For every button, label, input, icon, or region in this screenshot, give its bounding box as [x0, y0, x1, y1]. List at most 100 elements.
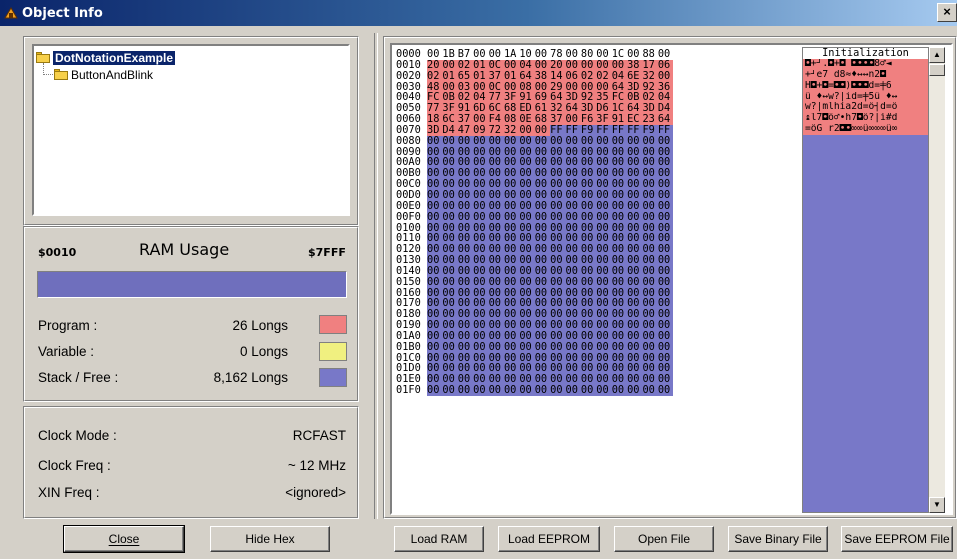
folder-icon: [54, 69, 68, 80]
save-binary-file-button-label: Save Binary File: [734, 532, 822, 546]
hex-byte: 00: [642, 384, 662, 397]
clock-mode-label: Clock Mode :: [38, 428, 117, 443]
hex-address: 00F0: [396, 210, 421, 223]
hex-byte: 00: [596, 134, 615, 147]
stack-free-value: 8,162 Longs: [213, 370, 288, 385]
save-eeprom-file-button[interactable]: Save EEPROM File: [841, 526, 953, 552]
hex-byte: 00: [488, 340, 508, 353]
hex-scrollbar[interactable]: ▲ ▼: [929, 47, 945, 513]
hex-byte: 00: [657, 210, 677, 223]
hex-byte: 00: [473, 384, 492, 397]
hex-byte: 00: [534, 134, 554, 147]
hex-row: 01B0 00 00 00 00 00 00 00 00 00 00 00 00 …: [396, 340, 674, 353]
hex-address: 0020: [396, 69, 421, 82]
save-binary-file-button[interactable]: Save Binary File: [728, 526, 828, 552]
hex-byte: 00: [457, 340, 477, 353]
open-file-button[interactable]: Open File: [614, 526, 714, 552]
hex-byte: 00: [550, 210, 569, 223]
xin-freq-label: XIN Freq :: [38, 485, 100, 500]
hex-byte: 14: [550, 69, 569, 82]
scroll-up-arrow-icon[interactable]: ▲: [929, 47, 945, 63]
open-file-button-label: Open File: [637, 532, 691, 546]
clock-freq-label: Clock Freq :: [38, 458, 111, 473]
hex-byte: 00: [488, 134, 508, 147]
save-eeprom-file-button-label: Save EEPROM File: [844, 532, 950, 546]
hex-byte: 00: [519, 384, 538, 397]
hex-byte: 37: [488, 69, 508, 82]
tree-item-root[interactable]: DotNotationExample: [36, 50, 176, 65]
hex-view[interactable]: 0000 00 1B B7 00 00 1A 10 00 78 00 80 00 …: [390, 43, 953, 515]
hex-byte: 00: [473, 275, 492, 288]
hex-dump: 0000 00 1B B7 00 00 1A 10 00 78 00 80 00 …: [396, 49, 677, 397]
load-eeprom-button-label: Load EEPROM: [507, 532, 591, 546]
hide-hex-button[interactable]: Hide Hex: [210, 526, 330, 552]
ascii-row: ◘+┘.◘+◘ ◘◘◘◘8♂◄: [803, 59, 928, 70]
hex-byte: 00: [473, 340, 492, 353]
close-button-label: Close: [108, 532, 140, 546]
hex-byte: 02: [580, 69, 600, 82]
hex-byte: 00: [642, 134, 662, 147]
hex-byte: 00: [519, 134, 538, 147]
hex-byte: 00: [657, 384, 677, 397]
hex-byte: 00: [503, 210, 523, 223]
hex-byte: 00: [627, 340, 646, 353]
clock-freq-value: ~ 12 MHz: [287, 458, 346, 473]
program-label: Program :: [38, 318, 98, 333]
ram-usage-bar: [37, 271, 347, 298]
hex-byte: 38: [534, 69, 554, 82]
panel-splitter[interactable]: [374, 33, 378, 519]
program-value: 26 Longs: [232, 318, 288, 333]
hex-byte: 00: [550, 384, 569, 397]
ascii-row: w?|mlhía2d=ö┤d=ô: [803, 102, 928, 114]
load-eeprom-button[interactable]: Load EEPROM: [498, 526, 600, 552]
hex-byte: 00: [565, 275, 585, 288]
hex-byte: 00: [503, 340, 523, 353]
close-button[interactable]: Close: [63, 525, 185, 553]
hex-byte: 02: [596, 69, 615, 82]
hex-byte: 00: [565, 340, 585, 353]
hex-byte: 00: [580, 275, 600, 288]
hex-byte: 00: [627, 134, 646, 147]
object-tree[interactable]: DotNotationExample ButtonAndBlink: [32, 44, 350, 216]
hex-byte: 01: [503, 69, 523, 82]
close-window-button[interactable]: ×: [937, 3, 957, 22]
tree-item-child[interactable]: ButtonAndBlink: [54, 67, 153, 82]
hex-byte: 00: [657, 69, 677, 82]
folder-icon: [36, 52, 50, 63]
hex-byte: 00: [473, 210, 492, 223]
hide-hex-button-label: Hide Hex: [245, 532, 295, 546]
hex-byte: 00: [503, 275, 523, 288]
hex-byte: 00: [550, 340, 569, 353]
hex-row: 01F0 00 00 00 00 00 00 00 00 00 00 00 00 …: [396, 384, 677, 397]
hex-byte: 00: [611, 384, 631, 397]
hex-byte: 00: [596, 210, 615, 223]
hex-byte: 00: [596, 275, 615, 288]
hex-byte: 00: [657, 275, 677, 288]
hex-address: 0080: [396, 134, 421, 147]
clock-mode-value: RCFAST: [292, 428, 346, 443]
hex-address: 0150: [396, 275, 421, 288]
tree-item-root-label: DotNotationExample: [53, 50, 176, 65]
scroll-down-arrow-icon[interactable]: ▼: [929, 497, 945, 513]
hex-byte: 00: [488, 275, 508, 288]
load-ram-button[interactable]: Load RAM: [394, 526, 484, 552]
ascii-row: ü ♦↔w?|id=╪5ü ♦↔: [803, 91, 928, 103]
scroll-thumb[interactable]: [929, 64, 945, 76]
hex-byte: 00: [611, 210, 631, 223]
hex-byte: 00: [642, 210, 662, 223]
ascii-row: H◘+◘=◘◘)◘◘◘d=╪6: [803, 80, 928, 92]
hex-byte: 00: [565, 384, 585, 397]
hex-byte: 00: [427, 210, 446, 223]
hex-byte: 00: [580, 340, 600, 353]
hex-byte: 00: [442, 134, 461, 147]
hex-row: 0080 00 00 00 00 00 00 00 00 00 00 00 00 …: [396, 134, 674, 147]
hex-row: 00F0 00 00 00 00 00 00 00 00 00 00 00 00 …: [396, 210, 677, 223]
hex-byte: 00: [519, 340, 538, 353]
window-title: Object Info: [22, 5, 103, 21]
variable-color-swatch: [319, 342, 347, 361]
hex-row: 0150 00 00 00 00 00 00 00 00 00 00 00 00 …: [396, 275, 677, 288]
ram-usage-title: RAM Usage: [139, 240, 230, 259]
hex-byte: 00: [627, 275, 646, 288]
hex-byte: 06: [565, 69, 585, 82]
hex-byte: 32: [642, 69, 662, 82]
